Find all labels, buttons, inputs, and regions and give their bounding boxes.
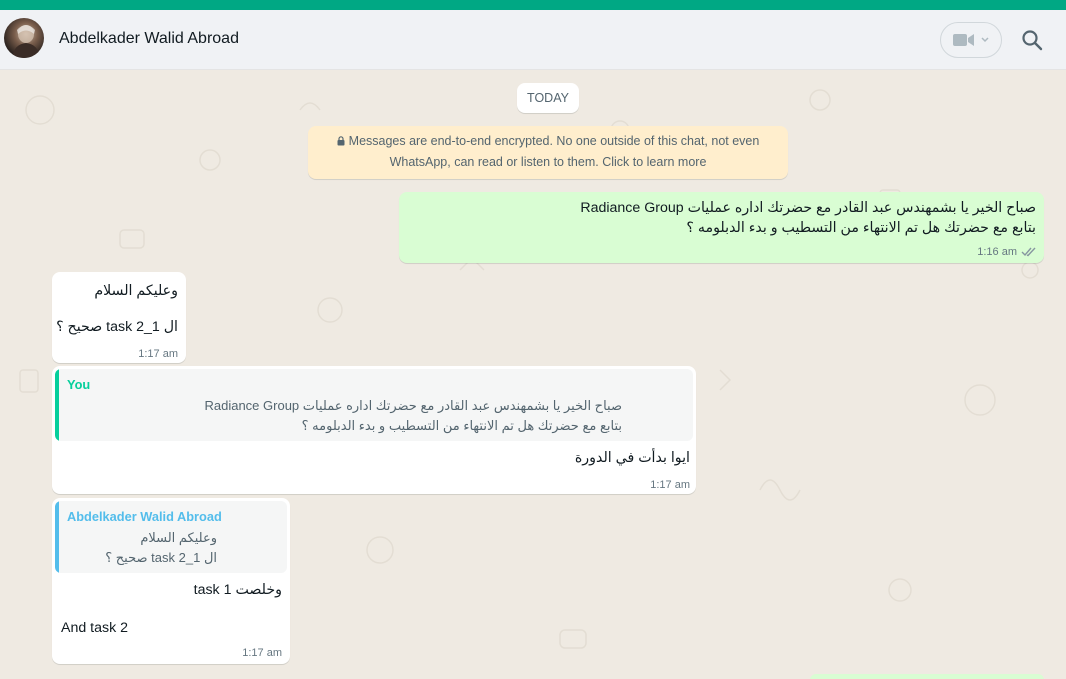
date-separator: TODAY — [517, 83, 579, 113]
message-bubble-incoming[interactable]: Abdelkader Walid Abroad وعليكم السلام ال… — [52, 498, 290, 664]
quoted-message[interactable]: Abdelkader Walid Abroad وعليكم السلام ال… — [55, 501, 287, 573]
quote-text-line: وعليكم السلام — [140, 530, 217, 545]
lock-icon — [337, 136, 345, 146]
message-time: 1:16 am — [977, 246, 1017, 258]
chat-area: TODAY Messages are end-to-end encrypted.… — [0, 70, 1066, 679]
message-text-line: صباح الخير يا بشمهندس عبد القادر مع حضرت… — [580, 200, 1036, 216]
quote-text-line: ال 1_2 task صحيح ؟ — [105, 550, 217, 565]
encryption-text-2: WhatsApp, can read or listen to them. Cl… — [389, 155, 707, 169]
message-time: 1:17 am — [138, 348, 178, 360]
message-text-line: بتابع مع حضرتك هل تم الانتهاء من التسطيب… — [686, 220, 1036, 236]
message-text-line: ال 1_2 task صحيح ؟ — [56, 319, 178, 335]
search-button[interactable] — [1018, 26, 1046, 54]
message-time: 1:17 am — [650, 479, 690, 491]
message-text-line: And task 2 — [61, 620, 129, 636]
message-text-line: وخلصت 1 task — [193, 582, 282, 598]
quote-author: You — [67, 377, 91, 392]
message-text-line: وعليكم السلام — [94, 283, 178, 299]
top-accent-strip — [0, 0, 1066, 10]
video-call-button[interactable] — [940, 22, 1002, 58]
quote-accent-bar — [55, 369, 59, 441]
encryption-notice-line1: Messages are end-to-end encrypted. No on… — [318, 131, 778, 152]
message-bubble-incoming[interactable]: You صباح الخير يا بشمهندس عبد القادر مع … — [52, 366, 696, 494]
message-time: 1:17 am — [242, 647, 282, 659]
video-camera-icon — [953, 34, 974, 46]
search-icon — [1022, 30, 1043, 51]
encryption-text-1: Messages are end-to-end encrypted. No on… — [348, 134, 760, 148]
quote-accent-bar — [55, 501, 59, 573]
encryption-notice[interactable]: Messages are end-to-end encrypted. No on… — [308, 126, 788, 179]
message-text-line: ايوا بدأت في الدورة — [574, 450, 690, 466]
quote-text-line: بتابع مع حضرتك هل تم الانتهاء من التسطيب… — [301, 418, 622, 433]
chevron-down-icon — [981, 37, 989, 43]
chat-header: Abdelkader Walid Abroad — [0, 10, 1066, 70]
avatar[interactable] — [4, 18, 44, 58]
quote-text-line: صباح الخير يا بشمهندس عبد القادر مع حضرت… — [204, 398, 622, 413]
message-bubble-incoming[interactable]: وعليكم السلام ال 1_2 task صحيح ؟ 1:17 am — [52, 272, 186, 363]
message-bubble-outgoing[interactable]: صباح الخير يا بشمهندس عبد القادر مع حضرت… — [399, 192, 1044, 263]
quote-author: Abdelkader Walid Abroad — [67, 509, 222, 524]
message-bubble-outgoing-partial[interactable] — [810, 674, 1044, 679]
double-check-icon — [1021, 247, 1036, 257]
avatar-photo — [12, 25, 40, 58]
quoted-message[interactable]: You صباح الخير يا بشمهندس عبد القادر مع … — [55, 369, 693, 441]
contact-name[interactable]: Abdelkader Walid Abroad — [59, 30, 239, 48]
